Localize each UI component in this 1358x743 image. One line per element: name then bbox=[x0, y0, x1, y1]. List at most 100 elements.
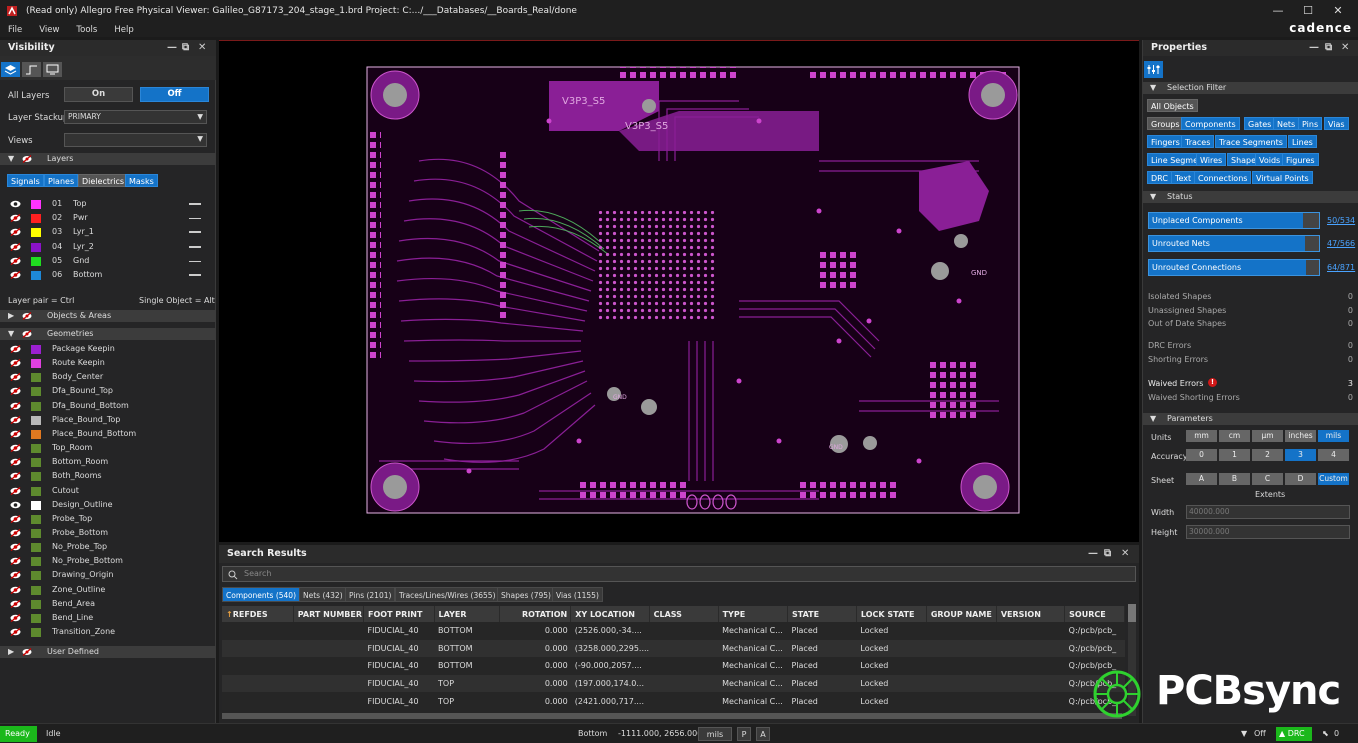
units-µm-button[interactable]: µm bbox=[1252, 430, 1283, 442]
filter-groups-button[interactable]: Groups bbox=[1147, 117, 1184, 130]
geometry-color-swatch[interactable] bbox=[31, 557, 41, 567]
eye-hidden-icon[interactable] bbox=[10, 585, 21, 594]
filter-traces-button[interactable]: Traces bbox=[1181, 135, 1215, 148]
filter-icon[interactable]: ▼ bbox=[1241, 724, 1247, 743]
eye-hidden-icon[interactable] bbox=[10, 628, 21, 636]
geometry-row[interactable]: Top_Room bbox=[0, 441, 216, 455]
menu-help[interactable]: Help bbox=[114, 25, 133, 35]
geometry-color-swatch[interactable] bbox=[31, 571, 41, 581]
user-defined-section-header[interactable]: ▶ User Defined bbox=[0, 646, 216, 658]
eye-hidden-icon[interactable] bbox=[10, 444, 21, 453]
geometry-color-swatch[interactable] bbox=[31, 387, 41, 397]
panel-minimize-icon[interactable]: — bbox=[1309, 40, 1319, 56]
all-layers-on-button[interactable]: On bbox=[64, 87, 133, 102]
panel-float-icon[interactable]: ⧉ bbox=[1104, 545, 1111, 563]
geometry-row[interactable]: Cutout bbox=[0, 484, 216, 498]
column-header-version[interactable]: VERSION bbox=[996, 606, 1066, 622]
layer-color-swatch[interactable] bbox=[31, 256, 41, 266]
filter-components-button[interactable]: Components bbox=[1181, 117, 1240, 130]
geometry-color-swatch[interactable] bbox=[31, 628, 41, 637]
eye-hidden-icon[interactable] bbox=[10, 401, 21, 410]
parameters-section-header[interactable]: ▼ Parameters bbox=[1143, 413, 1358, 425]
geometry-color-swatch[interactable] bbox=[31, 599, 41, 609]
nets-tab-icon[interactable] bbox=[22, 62, 41, 77]
tab-pins[interactable]: Pins (2101) bbox=[345, 587, 396, 602]
column-header-class[interactable]: CLASS bbox=[649, 606, 719, 622]
status-bar-unplaced-components[interactable]: Unplaced Components bbox=[1148, 212, 1320, 229]
geometry-color-swatch[interactable] bbox=[31, 415, 41, 425]
filter-dielectrics-button[interactable]: Dielectrics bbox=[78, 174, 129, 187]
column-header-foot-print[interactable]: FOOT PRINT bbox=[363, 606, 435, 622]
eye-hidden-icon[interactable] bbox=[10, 415, 21, 424]
geometry-color-swatch[interactable] bbox=[31, 401, 41, 411]
eye-hidden-icon[interactable] bbox=[10, 571, 21, 580]
geometry-color-swatch[interactable] bbox=[31, 444, 41, 454]
status-count-link[interactable]: 50/534 bbox=[1327, 216, 1355, 225]
units-cm-button[interactable]: cm bbox=[1219, 430, 1250, 442]
panel-close-icon[interactable]: ✕ bbox=[1341, 40, 1349, 56]
status-bar-unrouted-connections[interactable]: Unrouted Connections bbox=[1148, 258, 1320, 276]
all-layers-off-button[interactable]: Off bbox=[140, 87, 209, 102]
filter-voids-button[interactable]: Voids bbox=[1255, 153, 1285, 166]
menu-file[interactable]: File bbox=[8, 25, 22, 35]
tab-nets[interactable]: Nets (432) bbox=[299, 587, 347, 602]
status-section-header[interactable]: ▼ Status bbox=[1143, 191, 1358, 203]
eye-hidden-icon[interactable] bbox=[10, 613, 21, 622]
geometry-row[interactable]: Bend_Line bbox=[0, 611, 216, 625]
a-button[interactable]: A bbox=[756, 727, 770, 741]
tab-vias[interactable]: Vias (1155) bbox=[552, 587, 603, 602]
filter-wires-button[interactable]: Wires bbox=[1196, 153, 1227, 166]
minimize-button[interactable]: — bbox=[1263, 0, 1293, 22]
geometry-row[interactable]: Drawing_Origin bbox=[0, 568, 216, 582]
layer-row[interactable]: 01 Top bbox=[0, 197, 216, 211]
geometry-row[interactable]: Transition_Zone bbox=[0, 625, 216, 639]
geometry-color-swatch[interactable] bbox=[31, 528, 41, 538]
sheet-c-button[interactable]: C bbox=[1252, 473, 1283, 485]
geometry-row[interactable]: Body_Center bbox=[0, 370, 216, 384]
display-tab-icon[interactable] bbox=[43, 62, 62, 77]
units-mils-button[interactable]: mils bbox=[1318, 430, 1349, 442]
menu-tools[interactable]: Tools bbox=[76, 25, 97, 35]
geometry-color-swatch[interactable] bbox=[31, 373, 41, 383]
geometry-row[interactable]: Probe_Top bbox=[0, 512, 216, 526]
p-button[interactable]: P bbox=[737, 727, 751, 741]
column-header-refdes[interactable]: ↑REFDES bbox=[222, 606, 294, 622]
geometry-row[interactable]: No_Probe_Bottom bbox=[0, 554, 216, 568]
eye-hidden-icon[interactable] bbox=[10, 599, 21, 608]
column-header-state[interactable]: STATE bbox=[787, 606, 857, 622]
column-header-type[interactable]: TYPE bbox=[718, 606, 788, 622]
status-bar-unrouted-nets[interactable]: Unrouted Nets bbox=[1148, 235, 1320, 253]
filter-figures-button[interactable]: Figures bbox=[1282, 153, 1319, 166]
objects-areas-section-header[interactable]: ▶ Objects & Areas bbox=[0, 310, 216, 322]
panel-close-icon[interactable]: ✕ bbox=[1121, 545, 1129, 563]
geometry-row[interactable]: Place_Bound_Top bbox=[0, 413, 216, 427]
maximize-button[interactable]: ☐ bbox=[1293, 0, 1323, 22]
filter-lines-button[interactable]: Lines bbox=[1288, 135, 1317, 148]
status-count-link[interactable]: 64/871 bbox=[1327, 263, 1355, 272]
layer-color-swatch[interactable] bbox=[31, 228, 41, 238]
layer-row[interactable]: 04 Lyr_2 bbox=[0, 240, 216, 254]
panel-float-icon[interactable]: ⧉ bbox=[1325, 40, 1332, 56]
geometry-color-swatch[interactable] bbox=[31, 585, 41, 595]
filter-virtual-points-button[interactable]: Virtual Points bbox=[1252, 171, 1313, 184]
filter-gates-button[interactable]: Gates bbox=[1244, 117, 1276, 130]
filter-pins-button[interactable]: Pins bbox=[1298, 117, 1323, 130]
filter-fingers-button[interactable]: Fingers bbox=[1147, 135, 1184, 148]
accuracy-3-button[interactable]: 3 bbox=[1285, 449, 1316, 461]
filter-connections-button[interactable]: Connections bbox=[1194, 171, 1252, 184]
eye-hidden-icon[interactable] bbox=[10, 373, 21, 382]
eye-hidden-icon[interactable] bbox=[10, 359, 21, 368]
geometry-color-swatch[interactable] bbox=[31, 345, 41, 354]
eye-visible-icon[interactable] bbox=[10, 501, 21, 509]
layer-color-swatch[interactable] bbox=[31, 271, 41, 280]
eye-hidden-icon[interactable] bbox=[10, 429, 21, 438]
filter-signals-button[interactable]: Signals bbox=[7, 174, 44, 187]
geometry-row[interactable]: Probe_Bottom bbox=[0, 526, 216, 540]
layer-color-swatch[interactable] bbox=[31, 200, 41, 209]
pcb-canvas[interactable]: V3P3_S5 V3P3_S5 GND GND GND bbox=[219, 40, 1139, 542]
sheet-custom-button[interactable]: Custom bbox=[1318, 473, 1349, 485]
geometry-row[interactable]: No_Probe_Top bbox=[0, 540, 216, 554]
selection-filter-header[interactable]: ▼ Selection Filter bbox=[1143, 82, 1358, 94]
eye-hidden-icon[interactable] bbox=[10, 528, 21, 537]
layer-color-swatch[interactable] bbox=[31, 214, 41, 224]
